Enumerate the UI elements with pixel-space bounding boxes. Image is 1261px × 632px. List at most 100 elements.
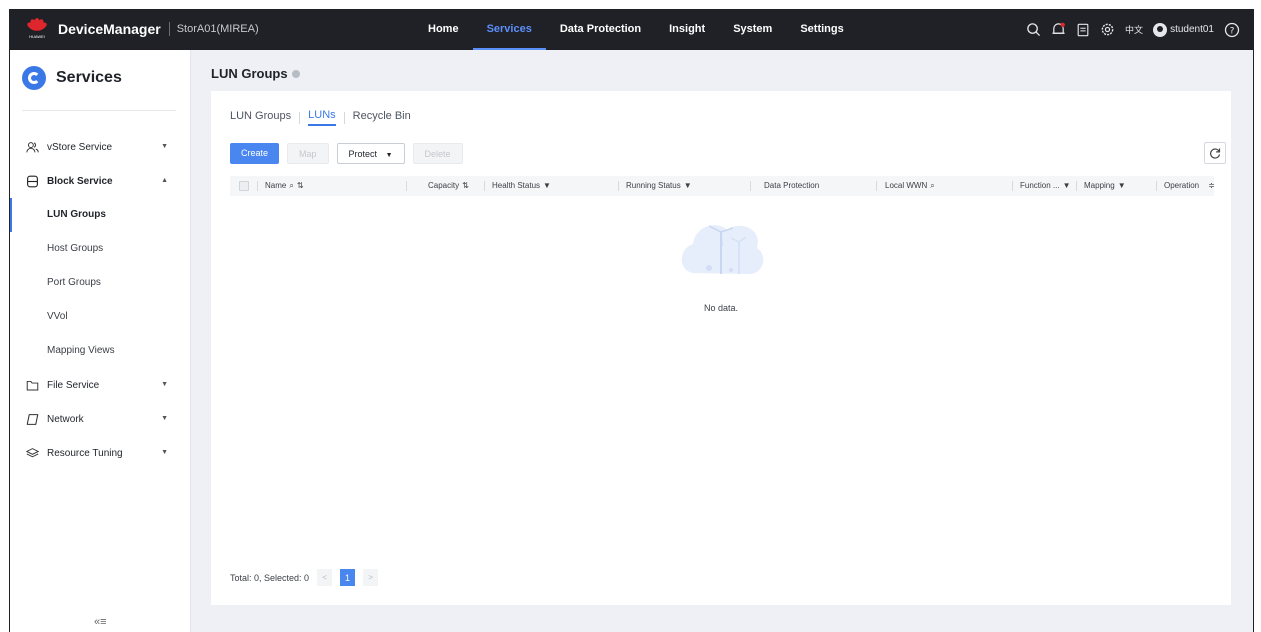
tab-divider [343,111,345,124]
pagination: Total: 0, Selected: 0 < 1 > [230,569,379,586]
chevron-down-icon: ▼ [161,143,168,150]
column-label: Mapping [1084,181,1115,190]
sidebar-group-network[interactable]: Network ▼ [10,402,190,436]
settings-gear-icon[interactable] [1100,22,1115,37]
sidebar-item-port-groups[interactable]: Port Groups [10,266,190,300]
filter-icon[interactable]: ▼ [684,176,692,196]
column-divider [1076,181,1077,191]
sort-icon[interactable]: ⇅ [462,176,469,196]
folder-icon [25,378,39,392]
sidebar-item-lun-groups[interactable]: LUN Groups [10,198,190,232]
sidebar-group-vstore-service[interactable]: vStore Service ▼ [10,130,190,164]
nav-data-protection[interactable]: Data Protection [546,9,655,50]
main-nav: Home Services Data Protection Insight Sy… [414,9,858,50]
tab-luns[interactable]: LUNs [308,109,336,126]
column-divider [1156,181,1157,191]
nav-home[interactable]: Home [414,9,473,50]
column-capacity[interactable]: Capacity ⇅ [428,176,469,196]
sidebar-group-label: Resource Tuning [47,447,123,459]
column-settings-icon[interactable]: ≑ [1208,176,1215,196]
page-number-button[interactable]: 1 [340,569,356,586]
column-divider [618,181,619,191]
sidebar-group-resource-tuning[interactable]: Resource Tuning ▼ [10,436,190,470]
column-label: Operation [1164,181,1200,190]
nav-insight[interactable]: Insight [655,9,719,50]
search-icon[interactable]: ⌕ [930,176,934,196]
refresh-icon [1210,148,1221,159]
next-page-button[interactable]: > [363,569,379,586]
page-title: LUN Groups [211,66,300,81]
task-list-icon[interactable] [1076,23,1090,37]
collapse-sidebar-icon[interactable]: «≡ [94,616,107,628]
column-label: Function ... [1020,181,1060,190]
column-health-status[interactable]: Health Status ▼ [492,176,551,196]
search-icon[interactable] [1026,22,1041,37]
column-divider [876,181,877,191]
column-mapping[interactable]: Mapping ▼ [1084,176,1126,196]
alarm-bell-icon[interactable] [1051,22,1066,37]
sidebar-group-label: Network [47,413,84,425]
header-tools: 中文 student01 ? [1026,9,1240,50]
column-local-wwn[interactable]: Local WWN ⌕ [885,176,935,196]
avatar [1153,22,1168,37]
pagination-summary: Total: 0, Selected: 0 [230,572,310,583]
chevron-up-icon: ▲ [161,177,168,184]
select-all-checkbox[interactable] [239,181,249,191]
sidebar-item-vvol[interactable]: VVol [10,300,190,334]
nav-settings[interactable]: Settings [786,9,857,50]
filter-icon[interactable]: ▼ [1118,176,1126,196]
sidebar-group-block-service[interactable]: Block Service ▲ [10,164,190,198]
nav-system[interactable]: System [719,9,786,50]
page-title-text: LUN Groups [211,66,288,81]
create-button[interactable]: Create [230,143,280,164]
column-label: Running Status [626,181,681,190]
sidebar-menu: vStore Service ▼ Block Service ▲ LUN Gro… [10,130,190,470]
content-panel: LUN Groups LUNs Recycle Bin Create Map P… [211,91,1231,605]
username: student01 [1170,24,1214,35]
language-switch[interactable]: 中文 [1125,23,1143,36]
app-name: DeviceManager [58,21,161,37]
map-button[interactable]: Map [287,143,329,164]
refresh-button[interactable] [1204,142,1226,164]
help-icon[interactable]: ? [1224,22,1240,38]
column-name[interactable]: Name ⌕ ⇅ [265,176,304,196]
column-running-status[interactable]: Running Status ▼ [626,176,692,196]
nav-services[interactable]: Services [472,9,546,50]
huawei-logo-icon: HUAWEI [25,17,49,41]
filter-icon[interactable]: ▼ [1063,176,1071,196]
protect-dropdown[interactable]: Protect ▼ [336,143,405,164]
tab-lun-groups[interactable]: LUN Groups [230,110,291,125]
sidebar-item-mapping-views[interactable]: Mapping Views [10,334,190,368]
caret-down-icon: ▼ [385,152,393,159]
column-data-protection[interactable]: Data Protection [764,176,819,196]
filter-icon[interactable]: ▼ [543,176,551,196]
sidebar-group-label: vStore Service [47,141,113,153]
chevron-down-icon: ▼ [161,449,168,456]
sub-tabs: LUN Groups LUNs Recycle Bin [230,109,411,126]
delete-button[interactable]: Delete [412,143,463,164]
network-icon [25,412,39,426]
user-menu[interactable]: student01 [1153,22,1214,37]
brand: HUAWEI DeviceManager StorA01(MIREA) [25,17,259,41]
column-operation[interactable]: Operation ≑ [1164,176,1215,196]
tab-recycle-bin[interactable]: Recycle Bin [353,110,411,125]
sidebar-title: Services [56,69,122,86]
column-function[interactable]: Function ... ▼ [1020,176,1071,196]
prev-page-button[interactable]: < [317,569,333,586]
empty-state-illustration-icon [681,225,764,275]
sidebar: Services vStore Service ▼ Block Service … [10,50,191,632]
sidebar-group-file-service[interactable]: File Service ▼ [10,368,190,402]
chevron-down-icon: ▼ [161,415,168,422]
table-header: Name ⌕ ⇅ Capacity ⇅ Health Status ▼ Runn… [230,176,1215,196]
column-label: Health Status [492,181,541,190]
column-divider [1012,181,1013,191]
sort-icon[interactable]: ⇅ [297,176,304,196]
sidebar-item-host-groups[interactable]: Host Groups [10,232,190,266]
info-icon[interactable] [291,69,300,78]
layers-icon [25,446,39,460]
sidebar-header: Services [22,66,122,90]
sidebar-group-label: Block Service [47,175,113,187]
column-divider [406,181,407,191]
search-icon[interactable]: ⌕ [289,176,293,196]
column-label: Local WWN [885,181,928,190]
